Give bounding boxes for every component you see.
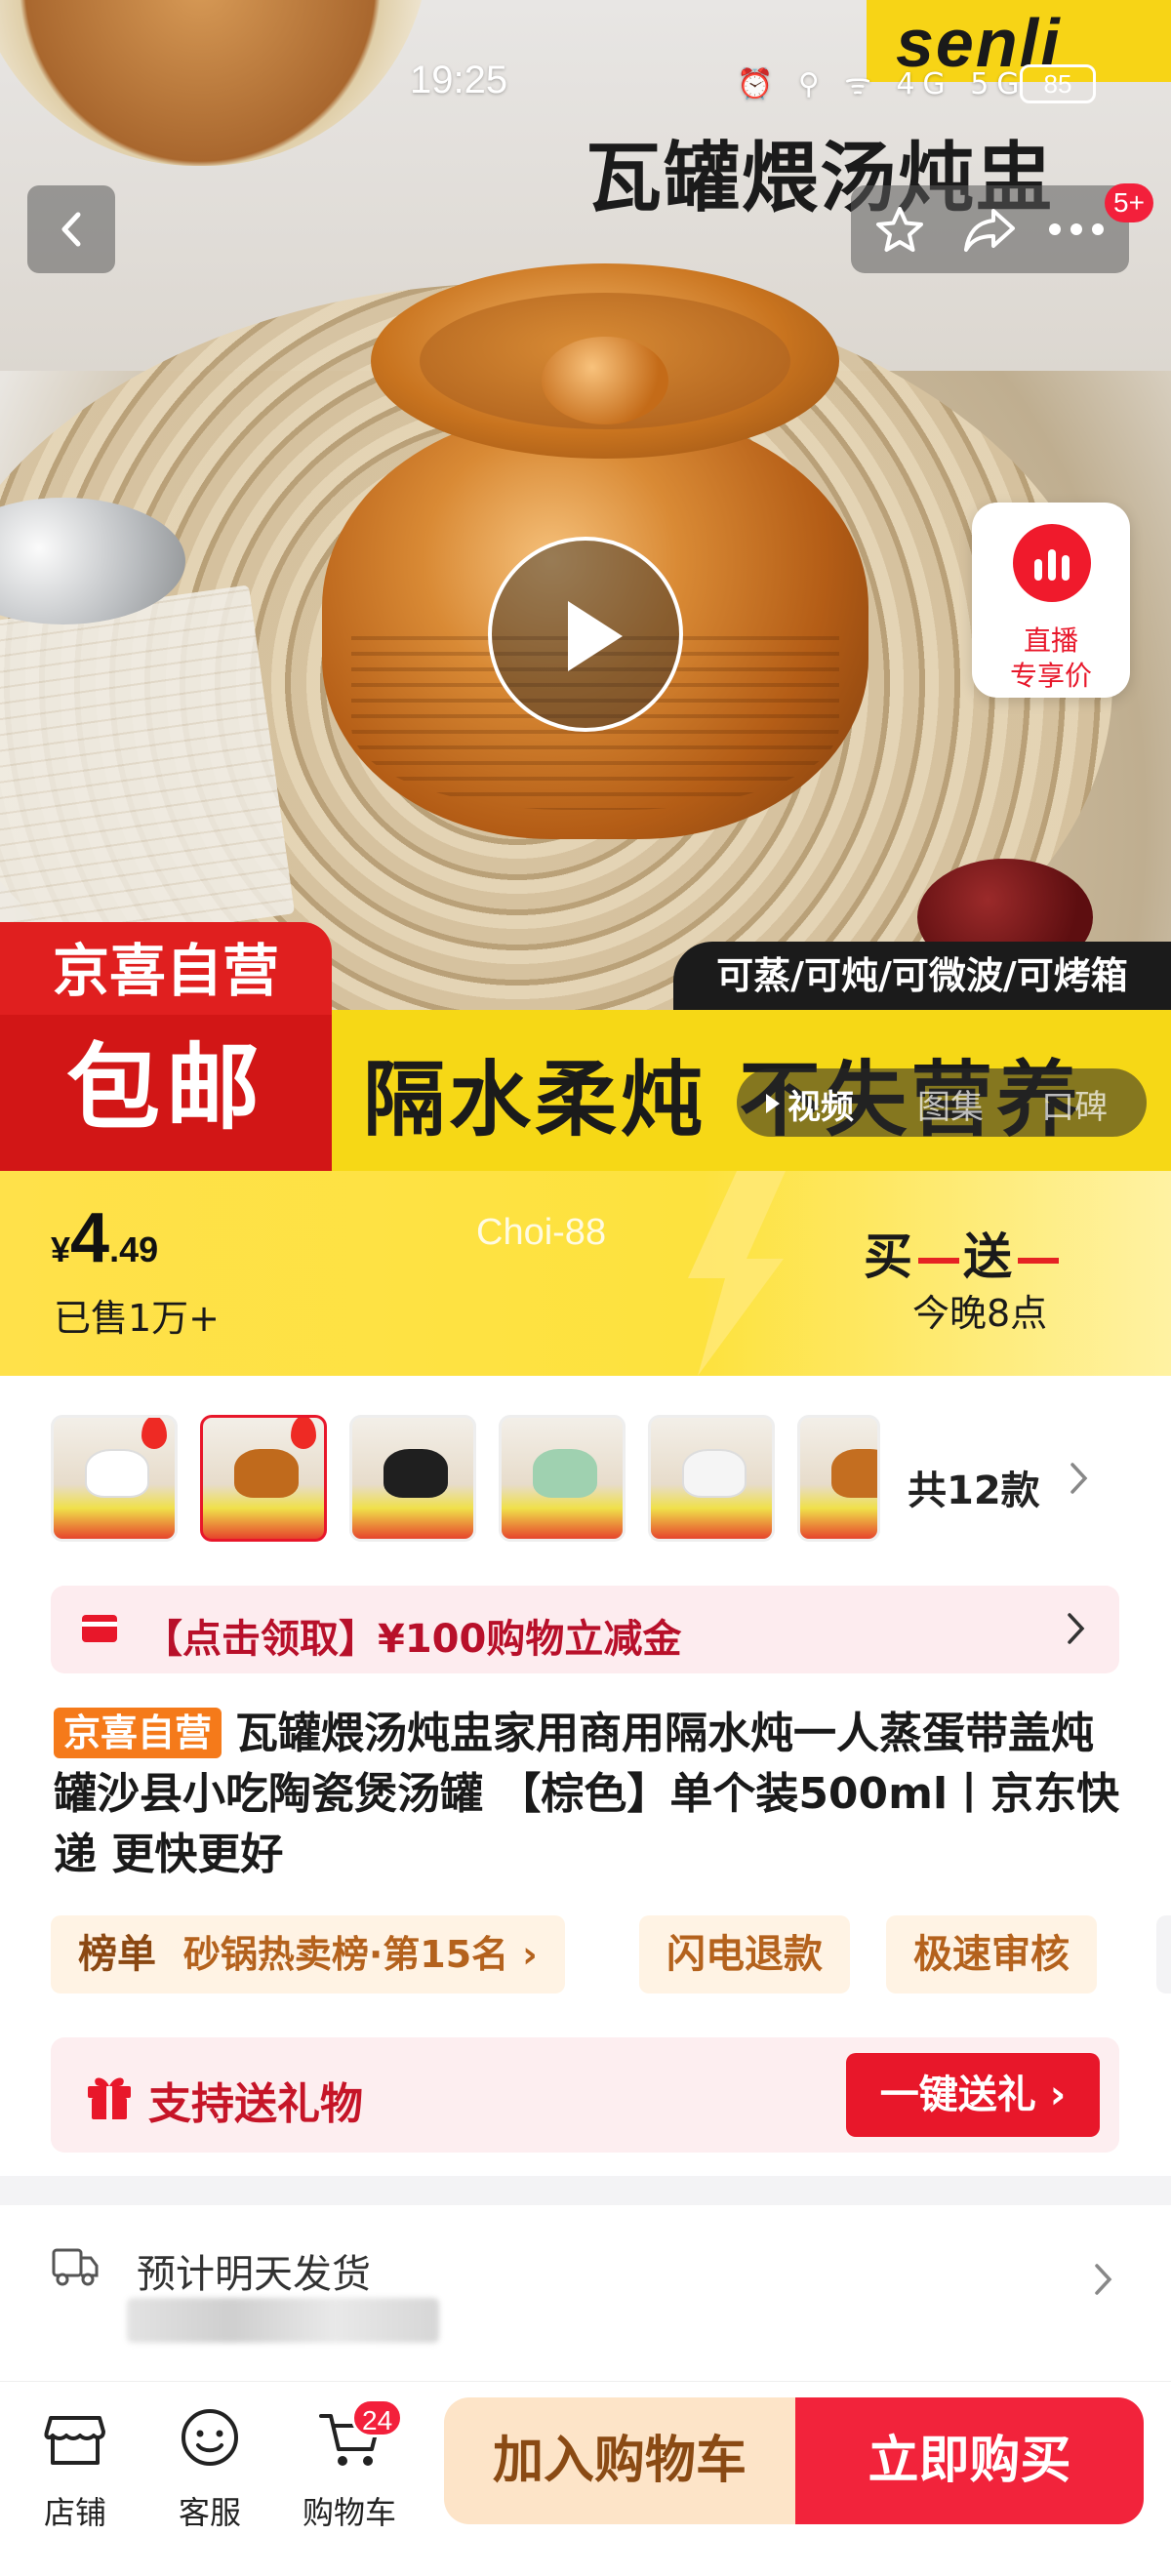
promo-dash bbox=[1018, 1257, 1059, 1264]
promo-dash bbox=[918, 1257, 959, 1264]
variant-jar bbox=[533, 1449, 597, 1498]
battery-icon: 85 bbox=[1020, 64, 1096, 103]
play-icon bbox=[568, 601, 623, 671]
share-icon[interactable] bbox=[960, 205, 1019, 256]
store-icon bbox=[44, 2416, 105, 2465]
play-video-button[interactable] bbox=[488, 537, 683, 732]
buy-now-button[interactable]: 立即购买 bbox=[795, 2397, 1144, 2524]
rank-chip[interactable]: 榜单 砂锅热卖榜·第15名 › bbox=[51, 1915, 565, 1993]
price-currency: ¥ bbox=[51, 1229, 71, 1269]
variant-thumb[interactable] bbox=[797, 1415, 880, 1542]
free-shipping-label: 包邮 bbox=[0, 1015, 332, 1171]
chevron-right-icon bbox=[1068, 1613, 1085, 1644]
rank-label: 榜单 bbox=[78, 1932, 156, 1977]
live-price-card[interactable]: 直播 专享价 bbox=[972, 503, 1130, 698]
chip-fast-review[interactable]: 极速审核 bbox=[886, 1915, 1097, 1993]
send-gift-button[interactable]: 一键送礼 › bbox=[846, 2053, 1100, 2137]
live-icon-circle bbox=[1013, 524, 1091, 602]
jingxi-badge: 京喜自营 包邮 bbox=[0, 922, 332, 1171]
chevron-right-icon: › bbox=[522, 1933, 538, 1976]
more-badge: 5+ bbox=[1105, 183, 1153, 222]
status-icons: ⏰ ⚲ ᯤ 4G 5G bbox=[737, 67, 1028, 101]
variant-thumb-selected[interactable] bbox=[200, 1415, 327, 1542]
variant-jar bbox=[831, 1449, 877, 1498]
promo-buy-one-get-one: 买送 bbox=[864, 1218, 1063, 1288]
variant-thumb[interactable] bbox=[499, 1415, 626, 1542]
feature-tag: 可蒸/可炖/可微波/可烤箱 bbox=[673, 942, 1171, 1010]
lightning-icon bbox=[688, 1171, 786, 1376]
nav-service[interactable]: 客服 bbox=[156, 2402, 263, 2531]
gift-icon bbox=[88, 2077, 131, 2119]
price: ¥4.49 bbox=[51, 1198, 158, 1278]
price-integer: 4 bbox=[70, 1199, 110, 1277]
chevron-right-icon bbox=[1095, 2264, 1112, 2295]
sold-count: 已售1万+ bbox=[54, 1297, 221, 1340]
more-icon[interactable] bbox=[1046, 221, 1107, 238]
nav-service-label: 客服 bbox=[178, 2494, 241, 2531]
jingxi-self-label: 京喜自营 bbox=[52, 938, 279, 1004]
live-bars-icon bbox=[1034, 549, 1070, 581]
hero-napkin-image bbox=[0, 584, 296, 957]
chip-overflow bbox=[1156, 1915, 1171, 1993]
nav-store-label: 店铺 bbox=[43, 2494, 106, 2531]
back-button[interactable] bbox=[27, 185, 115, 273]
variant-thumb[interactable] bbox=[648, 1415, 775, 1542]
variant-jar bbox=[234, 1449, 299, 1498]
jingxi-self-tag: 京喜自营 bbox=[54, 1708, 222, 1758]
chevron-right-icon[interactable] bbox=[1069, 1461, 1090, 1496]
send-gift-label: 一键送礼 bbox=[879, 2073, 1036, 2117]
shop-watermark: Choi-88 bbox=[476, 1212, 607, 1253]
star-icon[interactable] bbox=[872, 205, 927, 256]
live-label: 直播 bbox=[1023, 624, 1078, 657]
tab-video[interactable]: 视频 bbox=[787, 1080, 854, 1128]
blurred-address bbox=[127, 2298, 439, 2343]
hot-flame-icon bbox=[291, 1418, 316, 1449]
price-decimal: .49 bbox=[109, 1229, 159, 1269]
nav-store[interactable]: 店铺 bbox=[21, 2402, 129, 2531]
top-actions bbox=[851, 185, 1129, 273]
chip-fast-refund[interactable]: 闪电退款 bbox=[639, 1915, 850, 1993]
card-icon bbox=[82, 1615, 117, 1642]
gift-banner: 支持送礼物 一键送礼 › bbox=[51, 2037, 1119, 2153]
variant-count[interactable]: 共12款 bbox=[908, 1459, 1040, 1515]
play-small-icon bbox=[766, 1094, 780, 1113]
coupon-banner[interactable]: 【点击领取】¥100购物立减金 bbox=[51, 1586, 1119, 1673]
variant-jar bbox=[682, 1449, 747, 1498]
nav-cart-label: 购物车 bbox=[302, 2494, 396, 2531]
variant-thumb[interactable] bbox=[51, 1415, 178, 1542]
tab-gallery[interactable]: 图集 bbox=[917, 1080, 984, 1128]
variant-jar bbox=[384, 1449, 448, 1498]
delivery-text: 预计明天发货 bbox=[137, 2252, 371, 2297]
promo-get: 送 bbox=[963, 1228, 1014, 1285]
status-bar: 19:25 ⏰ ⚲ ᯤ 4G 5G 85 bbox=[0, 0, 1171, 103]
live-price-label: 专享价 bbox=[1009, 660, 1092, 692]
chevron-left-icon bbox=[61, 212, 81, 247]
rank-text: 砂锅热卖榜·第15名 bbox=[182, 1933, 509, 1976]
tab-reviews[interactable]: 口碑 bbox=[1041, 1080, 1108, 1128]
cart-count-badge: 24 bbox=[351, 2398, 404, 2437]
gift-label: 支持送礼物 bbox=[148, 2079, 363, 2129]
product-title-block: 京喜自营 瓦罐煨汤炖盅家用商用隔水炖一人蒸蛋带盖炖罐沙县小吃陶瓷煲汤罐 【棕色】单… bbox=[54, 1704, 1127, 1885]
status-time: 19:25 bbox=[410, 59, 508, 101]
smiley-icon bbox=[182, 2409, 238, 2466]
add-to-cart-button[interactable]: 加入购物车 bbox=[444, 2397, 795, 2524]
promo-time: 今晚8点 bbox=[912, 1292, 1048, 1335]
variant-thumb[interactable] bbox=[349, 1415, 476, 1542]
coupon-text: 【点击领取】¥100购物立减金 bbox=[143, 1617, 682, 1662]
promo-buy: 买 bbox=[864, 1228, 914, 1285]
truck-icon bbox=[52, 2248, 99, 2286]
media-tabs: 视频 图集 口碑 bbox=[737, 1068, 1147, 1137]
pot-knob-image bbox=[542, 337, 668, 424]
hot-flame-icon bbox=[141, 1418, 167, 1449]
variant-jar bbox=[85, 1449, 149, 1498]
